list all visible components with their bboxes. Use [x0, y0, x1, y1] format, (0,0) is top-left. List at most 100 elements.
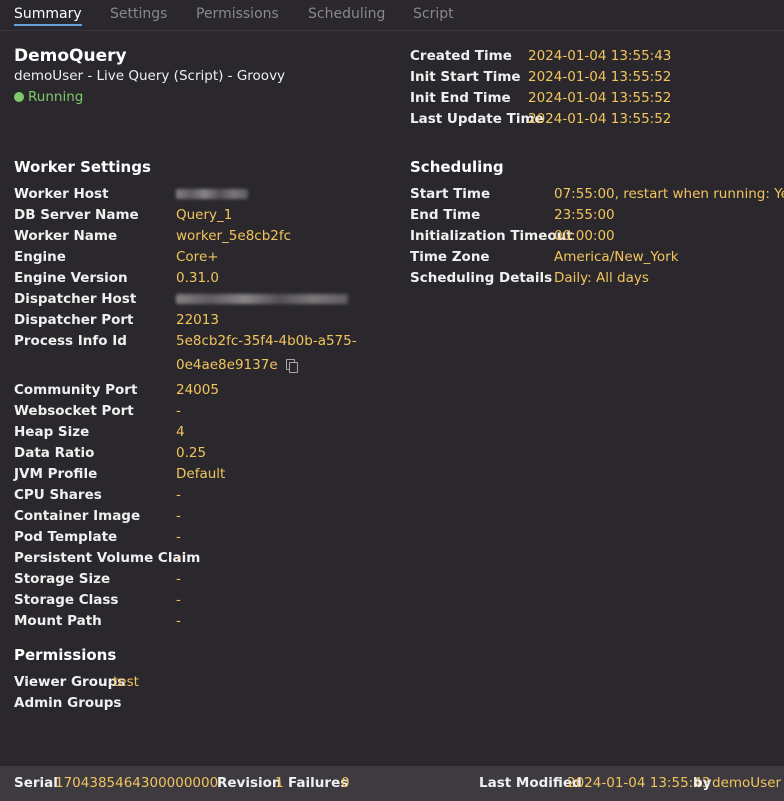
storage-size-value: -: [176, 571, 181, 587]
tab-scheduling[interactable]: Scheduling: [308, 6, 385, 22]
worker-name-value: worker_5e8cb2fc: [176, 228, 292, 244]
storage-class-value: -: [176, 592, 181, 608]
pod-template-row: Pod Template -: [14, 528, 394, 546]
time-zone-value: America/New_York: [554, 249, 679, 265]
storage-size-label: Storage Size: [14, 571, 111, 587]
init-end-label: Init End Time: [410, 90, 511, 106]
engine-label: Engine: [14, 249, 66, 265]
process-info-label: Process Info Id: [14, 333, 127, 349]
pvc-label: Persistent Volume Claim: [14, 550, 201, 566]
tab-bar: Summary Settings Permissions Scheduling …: [0, 0, 784, 31]
created-time-label: Created Time: [410, 48, 512, 64]
pvc-row: Persistent Volume Claim -: [14, 549, 394, 567]
query-title: DemoQuery: [14, 46, 127, 66]
dispatcher-host-label: Dispatcher Host: [14, 291, 137, 307]
admin-groups-label: Admin Groups: [14, 695, 122, 711]
storage-class-label: Storage Class: [14, 592, 119, 608]
db-server-label: DB Server Name: [14, 207, 139, 223]
websocket-port-row: Websocket Port -: [14, 402, 394, 420]
heap-size-row: Heap Size 4: [14, 423, 394, 441]
process-info-value-cont: 0e4ae8e9137e: [176, 356, 298, 374]
pvc-value: -: [176, 550, 181, 566]
db-server-value: Query_1: [176, 207, 233, 223]
modified-by-value: demoUser: [712, 775, 782, 791]
start-time-row: Start Time 07:55:00, restart when runnin…: [410, 185, 784, 203]
start-time-value: 07:55:00, restart when running: Yes: [554, 186, 784, 202]
by-label: by: [693, 775, 712, 791]
process-info-value: 5e8cb2fc-35f4-4b0b-a575-: [176, 333, 357, 349]
time-zone-label: Time Zone: [410, 249, 490, 265]
container-image-label: Container Image: [14, 508, 141, 524]
mount-path-row: Mount Path -: [14, 612, 394, 630]
engine-value: Core+: [176, 249, 219, 265]
dispatcher-port-label: Dispatcher Port: [14, 312, 134, 328]
serial-value: 1704385464300000000: [55, 775, 219, 791]
data-ratio-value: 0.25: [176, 445, 207, 461]
status-dot-icon: [14, 92, 24, 102]
created-time-value: 2024-01-04 13:55:43: [528, 48, 672, 64]
init-timeout-value: 00:00:00: [554, 228, 615, 244]
scheduling-details-label: Scheduling Details: [410, 270, 553, 286]
process-info-value-2: 0e4ae8e9137e: [176, 357, 278, 373]
tab-permissions[interactable]: Permissions: [196, 6, 279, 22]
last-modified-value: 2024-01-04 13:55:43: [567, 775, 711, 791]
tab-summary[interactable]: Summary: [14, 6, 82, 26]
dispatcher-port-value: 22013: [176, 312, 219, 328]
worker-host-row: Worker Host: [14, 185, 394, 203]
jvm-profile-row: JVM Profile Default: [14, 465, 394, 483]
last-update-label: Last Update Time: [410, 111, 544, 127]
scheduling-details-value: Daily: All days: [554, 270, 649, 286]
viewer-groups-value: test: [113, 674, 139, 690]
engine-row: Engine Core+: [14, 248, 394, 266]
tab-settings[interactable]: Settings: [110, 6, 167, 22]
revision-label: Revision: [217, 775, 282, 791]
worker-host-value: [176, 185, 248, 204]
pod-template-label: Pod Template: [14, 529, 118, 545]
viewer-groups-label: Viewer Groups: [14, 674, 126, 690]
end-time-value: 23:55:00: [554, 207, 615, 223]
heap-size-label: Heap Size: [14, 424, 90, 440]
end-time-label: End Time: [410, 207, 481, 223]
query-subtitle: demoUser - Live Query (Script) - Groovy: [14, 68, 286, 84]
footer-bar: Serial 1704385464300000000 Revision 1 Fa…: [0, 766, 784, 801]
db-server-row: DB Server Name Query_1: [14, 206, 394, 224]
permissions-heading: Permissions: [14, 646, 117, 664]
tab-script[interactable]: Script: [413, 6, 454, 22]
worker-name-row: Worker Name worker_5e8cb2fc: [14, 227, 394, 245]
failures-label: Failures: [288, 775, 349, 791]
cpu-shares-value: -: [176, 487, 181, 503]
status-text: Running: [28, 89, 84, 105]
container-image-row: Container Image -: [14, 507, 394, 525]
storage-class-row: Storage Class -: [14, 591, 394, 609]
serial-label: Serial: [14, 775, 58, 791]
init-start-label: Init Start Time: [410, 69, 521, 85]
pod-template-value: -: [176, 529, 181, 545]
worker-name-label: Worker Name: [14, 228, 118, 244]
time-zone-row: Time Zone America/New_York: [410, 248, 780, 266]
failures-value: 0: [341, 775, 350, 791]
dispatcher-host-value: [176, 290, 348, 309]
engine-version-value: 0.31.0: [176, 270, 219, 286]
init-start-row: Init Start Time 2024-01-04 13:55:52: [410, 68, 780, 86]
dispatcher-host-row: Dispatcher Host: [14, 290, 394, 308]
websocket-port-value: -: [176, 403, 181, 419]
created-time-row: Created Time 2024-01-04 13:55:43: [410, 47, 780, 65]
init-end-value: 2024-01-04 13:55:52: [528, 90, 672, 106]
community-port-row: Community Port 24005: [14, 381, 394, 399]
end-time-row: End Time 23:55:00: [410, 206, 780, 224]
dispatcher-port-row: Dispatcher Port 22013: [14, 311, 394, 329]
data-ratio-row: Data Ratio 0.25: [14, 444, 394, 462]
scheduling-details-row: Scheduling Details Daily: All days: [410, 269, 780, 287]
engine-version-label: Engine Version: [14, 270, 128, 286]
jvm-profile-label: JVM Profile: [14, 466, 98, 482]
engine-version-row: Engine Version 0.31.0: [14, 269, 394, 287]
copy-icon[interactable]: [285, 359, 298, 373]
community-port-label: Community Port: [14, 382, 138, 398]
revision-value: 1: [275, 775, 284, 791]
process-info-row-cont: 0e4ae8e9137e: [14, 356, 394, 374]
init-timeout-label: Initialization Timeout: [410, 228, 573, 244]
websocket-port-label: Websocket Port: [14, 403, 134, 419]
mount-path-value: -: [176, 613, 181, 629]
last-update-row: Last Update Time 2024-01-04 13:55:52: [410, 110, 780, 128]
jvm-profile-value: Default: [176, 466, 226, 482]
